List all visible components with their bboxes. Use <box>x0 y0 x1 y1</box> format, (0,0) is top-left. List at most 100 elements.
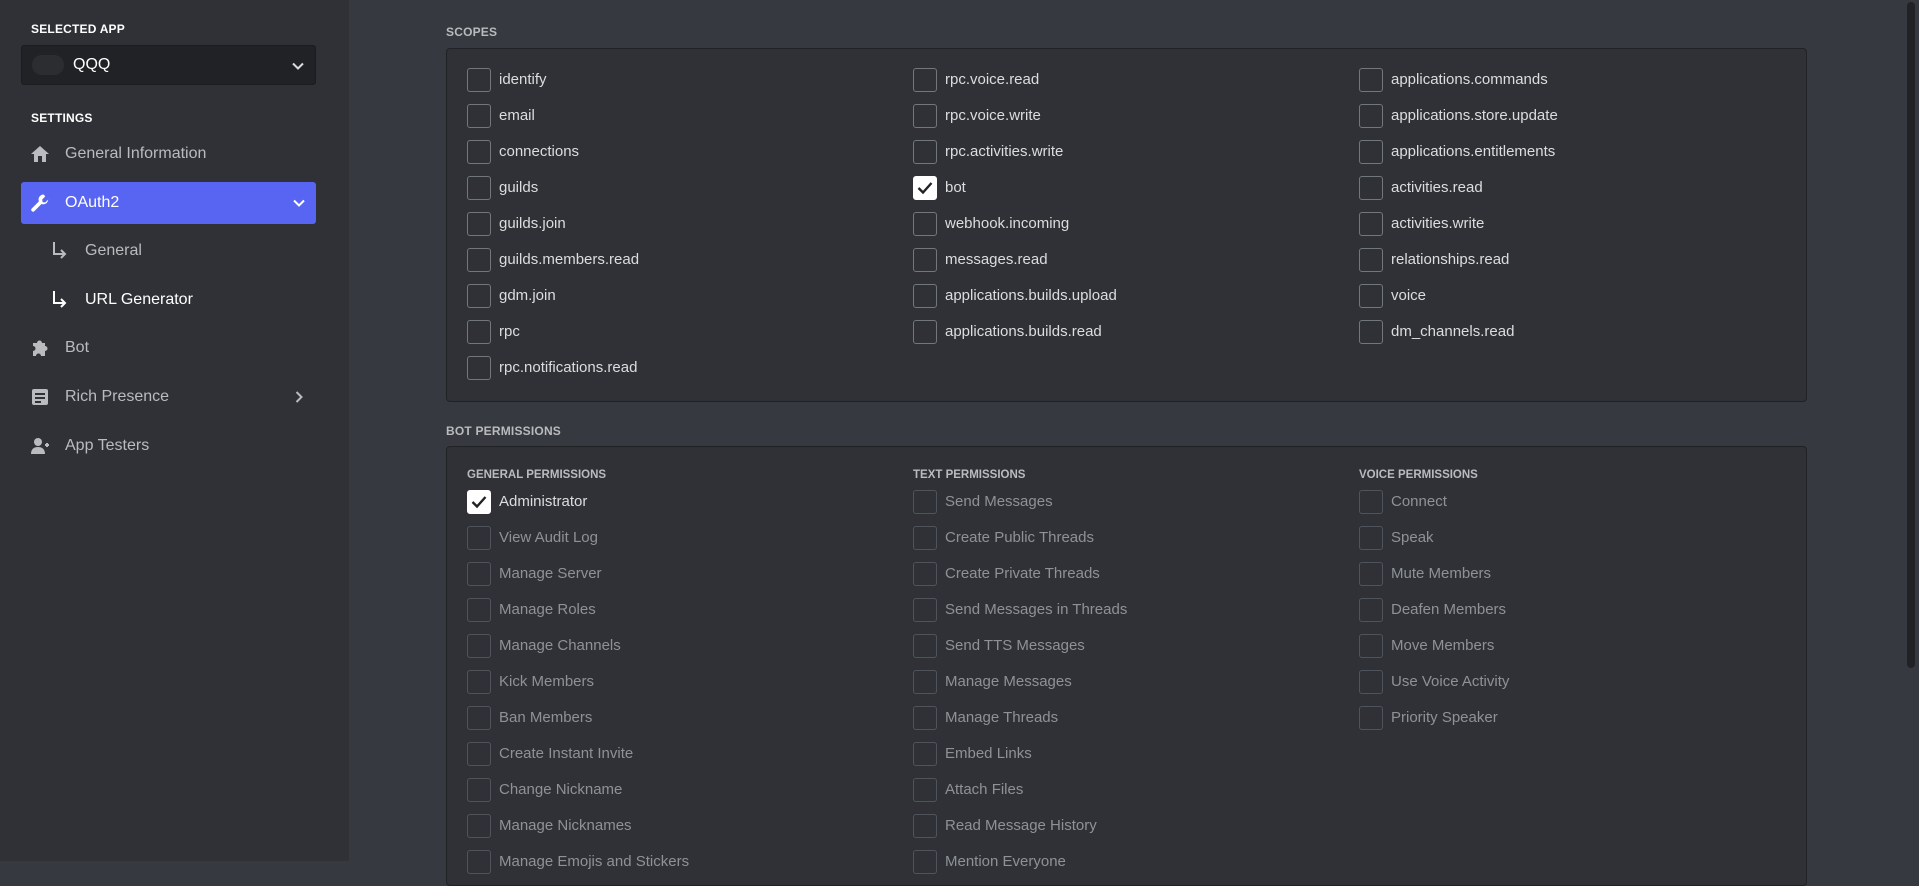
checkbox-manage-server[interactable]: Manage Server <box>467 562 913 598</box>
checkbox-box[interactable] <box>913 284 937 308</box>
checkbox-box[interactable] <box>913 320 937 344</box>
checkbox-box[interactable] <box>1359 670 1383 694</box>
checkbox-guilds[interactable]: guilds <box>467 176 913 212</box>
checkbox-box[interactable] <box>913 634 937 658</box>
checkbox-email[interactable]: email <box>467 104 913 140</box>
checkbox-box[interactable] <box>913 850 937 874</box>
checkbox-gdm-join[interactable]: gdm.join <box>467 284 913 320</box>
checkbox-box[interactable] <box>467 526 491 550</box>
checkbox-box[interactable] <box>913 562 937 586</box>
checkbox-box[interactable] <box>913 814 937 838</box>
checkbox-kick-members[interactable]: Kick Members <box>467 670 913 706</box>
sidebar-item-general-information[interactable]: General Information <box>21 133 316 175</box>
checkbox-box[interactable] <box>913 598 937 622</box>
checkbox-box[interactable] <box>1359 212 1383 236</box>
checkbox-applications-builds-read[interactable]: applications.builds.read <box>913 320 1359 356</box>
checkbox-manage-channels[interactable]: Manage Channels <box>467 634 913 670</box>
checkbox-box[interactable] <box>913 140 937 164</box>
checkbox-dm-channels-read[interactable]: dm_channels.read <box>1359 320 1805 356</box>
checkbox-box[interactable] <box>467 490 491 514</box>
sidebar-item-app-testers[interactable]: App Testers <box>21 425 316 467</box>
checkbox-relationships-read[interactable]: relationships.read <box>1359 248 1805 284</box>
checkbox-send-messages-in-threads[interactable]: Send Messages in Threads <box>913 598 1359 634</box>
checkbox-send-messages[interactable]: Send Messages <box>913 490 1359 526</box>
checkbox-view-audit-log[interactable]: View Audit Log <box>467 526 913 562</box>
checkbox-guilds-join[interactable]: guilds.join <box>467 212 913 248</box>
checkbox-voice[interactable]: voice <box>1359 284 1805 320</box>
checkbox-box[interactable] <box>467 176 491 200</box>
sidebar-subitem-url-generator[interactable]: URL Generator <box>21 280 316 320</box>
checkbox-applications-commands[interactable]: applications.commands <box>1359 68 1805 104</box>
checkbox-box[interactable] <box>467 706 491 730</box>
checkbox-box[interactable] <box>467 778 491 802</box>
app-select-dropdown[interactable]: QQQ <box>21 45 316 85</box>
checkbox-box[interactable] <box>467 284 491 308</box>
checkbox-box[interactable] <box>467 814 491 838</box>
checkbox-identify[interactable]: identify <box>467 68 913 104</box>
checkbox-box[interactable] <box>913 670 937 694</box>
checkbox-move-members[interactable]: Move Members <box>1359 634 1805 670</box>
checkbox-deafen-members[interactable]: Deafen Members <box>1359 598 1805 634</box>
checkbox-box[interactable] <box>1359 140 1383 164</box>
checkbox-box[interactable] <box>1359 104 1383 128</box>
checkbox-box[interactable] <box>1359 176 1383 200</box>
checkbox-applications-store-update[interactable]: applications.store.update <box>1359 104 1805 140</box>
checkbox-rpc-notifications-read[interactable]: rpc.notifications.read <box>467 356 913 392</box>
checkbox-box[interactable] <box>1359 320 1383 344</box>
checkbox-create-instant-invite[interactable]: Create Instant Invite <box>467 742 913 778</box>
checkbox-box[interactable] <box>1359 526 1383 550</box>
checkbox-embed-links[interactable]: Embed Links <box>913 742 1359 778</box>
checkbox-box[interactable] <box>467 248 491 272</box>
checkbox-box[interactable] <box>913 176 937 200</box>
checkbox-manage-threads[interactable]: Manage Threads <box>913 706 1359 742</box>
checkbox-box[interactable] <box>1359 634 1383 658</box>
checkbox-create-public-threads[interactable]: Create Public Threads <box>913 526 1359 562</box>
checkbox-ban-members[interactable]: Ban Members <box>467 706 913 742</box>
checkbox-box[interactable] <box>467 104 491 128</box>
checkbox-box[interactable] <box>467 356 491 380</box>
checkbox-activities-read[interactable]: activities.read <box>1359 176 1805 212</box>
sidebar-item-oauth2[interactable]: OAuth2 <box>21 182 316 224</box>
checkbox-box[interactable] <box>913 490 937 514</box>
sidebar-subitem-general[interactable]: General <box>21 231 316 271</box>
checkbox-connections[interactable]: connections <box>467 140 913 176</box>
checkbox-manage-emojis-and-stickers[interactable]: Manage Emojis and Stickers <box>467 850 913 886</box>
checkbox-box[interactable] <box>913 68 937 92</box>
checkbox-box[interactable] <box>1359 562 1383 586</box>
checkbox-guilds-members-read[interactable]: guilds.members.read <box>467 248 913 284</box>
sidebar-item-bot[interactable]: Bot <box>21 327 316 369</box>
checkbox-box[interactable] <box>467 634 491 658</box>
checkbox-mention-everyone[interactable]: Mention Everyone <box>913 850 1359 886</box>
checkbox-box[interactable] <box>467 68 491 92</box>
checkbox-manage-roles[interactable]: Manage Roles <box>467 598 913 634</box>
checkbox-mute-members[interactable]: Mute Members <box>1359 562 1805 598</box>
checkbox-applications-entitlements[interactable]: applications.entitlements <box>1359 140 1805 176</box>
checkbox-administrator[interactable]: Administrator <box>467 490 913 526</box>
checkbox-speak[interactable]: Speak <box>1359 526 1805 562</box>
checkbox-rpc-activities-write[interactable]: rpc.activities.write <box>913 140 1359 176</box>
sidebar-item-rich-presence[interactable]: Rich Presence <box>21 376 316 418</box>
checkbox-priority-speaker[interactable]: Priority Speaker <box>1359 706 1805 742</box>
checkbox-box[interactable] <box>467 670 491 694</box>
checkbox-box[interactable] <box>467 598 491 622</box>
checkbox-box[interactable] <box>467 140 491 164</box>
checkbox-box[interactable] <box>467 320 491 344</box>
checkbox-box[interactable] <box>913 742 937 766</box>
checkbox-box[interactable] <box>467 562 491 586</box>
checkbox-box[interactable] <box>1359 598 1383 622</box>
checkbox-box[interactable] <box>467 850 491 874</box>
checkbox-use-voice-activity[interactable]: Use Voice Activity <box>1359 670 1805 706</box>
checkbox-attach-files[interactable]: Attach Files <box>913 778 1359 814</box>
checkbox-messages-read[interactable]: messages.read <box>913 248 1359 284</box>
checkbox-box[interactable] <box>913 778 937 802</box>
checkbox-rpc-voice-read[interactable]: rpc.voice.read <box>913 68 1359 104</box>
scrollbar[interactable] <box>1907 2 1915 668</box>
checkbox-rpc-voice-write[interactable]: rpc.voice.write <box>913 104 1359 140</box>
checkbox-create-private-threads[interactable]: Create Private Threads <box>913 562 1359 598</box>
checkbox-box[interactable] <box>1359 706 1383 730</box>
checkbox-box[interactable] <box>467 742 491 766</box>
checkbox-box[interactable] <box>1359 248 1383 272</box>
checkbox-box[interactable] <box>913 104 937 128</box>
checkbox-box[interactable] <box>1359 284 1383 308</box>
checkbox-send-tts-messages[interactable]: Send TTS Messages <box>913 634 1359 670</box>
